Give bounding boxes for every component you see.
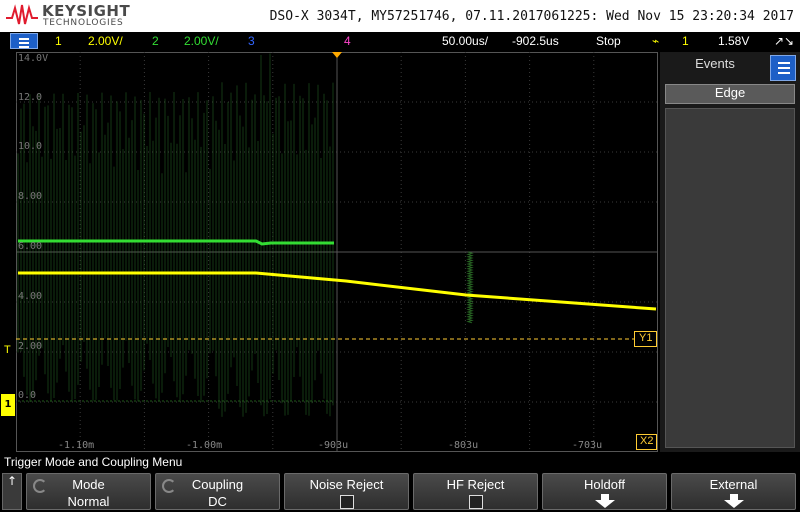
coupling-softkey[interactable]: Coupling DC <box>155 473 280 510</box>
ch3-number[interactable]: 3 <box>248 34 255 48</box>
softkey-label: External <box>709 477 758 492</box>
trigger-type-icon: ⌁ <box>652 34 660 48</box>
y1-cursor-marker[interactable]: Y1 <box>634 331 658 347</box>
instrument-info: DSO-X 3034T, MY57251746, 07.11.201706122… <box>269 9 794 24</box>
external-softkey[interactable]: External <box>671 473 796 510</box>
down-arrow-icon <box>595 494 615 508</box>
brand-subtitle: TECHNOLOGIES <box>43 18 124 28</box>
ch2-transient-trace <box>466 251 474 324</box>
softkey-bar: ↑ Mode Normal Coupling DC Noise Reject H… <box>0 471 800 512</box>
softkey-value: DC <box>208 494 227 509</box>
waveform-layer <box>16 53 657 417</box>
keysight-logo-icon <box>6 4 38 25</box>
down-arrow-icon <box>724 494 744 508</box>
mode-softkey[interactable]: Mode Normal <box>26 473 151 510</box>
softkey-label: Coupling <box>191 477 244 492</box>
softkey-label: Mode <box>72 477 105 492</box>
ch2-noise-trace <box>17 53 334 417</box>
ch2-scale[interactable]: 2.00V/ <box>184 34 219 48</box>
softkey-value: Normal <box>67 494 110 509</box>
x-axis-label: -803u <box>448 440 479 451</box>
softkey-label: HF Reject <box>446 477 505 492</box>
holdoff-softkey[interactable]: Holdoff <box>542 473 667 510</box>
trigger-slope-icon: ↗↘ <box>774 34 795 48</box>
events-list[interactable] <box>665 108 795 448</box>
x-axis-label: -903u <box>318 440 349 451</box>
ch2-trace <box>18 239 334 246</box>
x2-cursor-marker[interactable]: X2 <box>636 434 658 450</box>
y-axis-label: 0.0 <box>18 390 37 401</box>
trigger-level[interactable]: 1.58V <box>718 34 749 48</box>
ch1-scale[interactable]: 2.00V/ <box>88 34 123 48</box>
menu-title-bar: Trigger Mode and Coupling Menu <box>0 453 800 471</box>
softkey-label: Holdoff <box>584 477 625 492</box>
softkey-label: Noise Reject <box>309 477 384 492</box>
hf-reject-softkey[interactable]: HF Reject <box>413 473 538 510</box>
ch2-number[interactable]: 2 <box>152 34 159 48</box>
trigger-source: 1 <box>682 34 689 48</box>
channel-status-bar: 1 2.00V/ 2 2.00V/ 3 4 50.00us/ -902.5us … <box>0 32 800 50</box>
trigger-level-marker[interactable]: T <box>4 344 11 356</box>
x-axis-label: -1.10m <box>58 440 95 451</box>
ch1-ground-marker[interactable]: 1 <box>1 394 15 416</box>
x-axis-label: -703u <box>572 440 603 451</box>
y-axis-label: 4.00 <box>18 291 43 302</box>
events-title: Events <box>695 56 735 71</box>
y-axis-label: 8.00 <box>18 191 43 202</box>
menu-title: Trigger Mode and Coupling Menu <box>4 455 183 469</box>
y-axis-label: 6.00 <box>18 241 43 252</box>
instrument-header: KEYSIGHT TECHNOLOGIES DSO-X 3034T, MY572… <box>0 0 800 32</box>
edge-tab[interactable]: Edge <box>665 84 795 104</box>
timebase-scale[interactable]: 50.00us/ <box>442 34 488 48</box>
hf-reject-checkbox[interactable] <box>469 495 483 509</box>
time-delay[interactable]: -902.5us <box>512 34 559 48</box>
events-sidebar: Events Edge <box>660 52 800 452</box>
back-arrow-icon[interactable]: ↑ <box>2 473 22 510</box>
noise-reject-checkbox[interactable] <box>340 495 354 509</box>
y-axis-label: 2.00 <box>18 341 43 352</box>
y-axis-label: 12.0 <box>18 92 43 103</box>
waveform-display[interactable]: 14.0V 12.0 10.0 8.00 6.00 4.00 2.00 0.0 … <box>16 52 658 452</box>
ch4-number[interactable]: 4 <box>344 34 351 48</box>
noise-reject-softkey[interactable]: Noise Reject <box>284 473 409 510</box>
sidebar-menu-icon[interactable] <box>770 55 796 81</box>
x-axis-label: -1.00m <box>186 440 223 451</box>
main-menu-icon[interactable] <box>10 33 38 49</box>
y-axis-label: 14.0V <box>18 53 49 64</box>
y-axis-label: 10.0 <box>18 141 43 152</box>
run-state: Stop <box>596 34 621 48</box>
ch1-number[interactable]: 1 <box>55 34 62 48</box>
